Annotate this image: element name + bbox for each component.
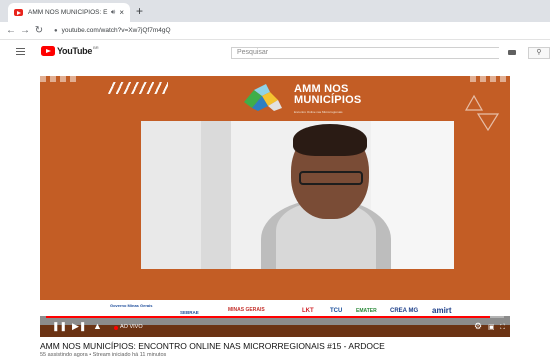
reload-icon[interactable]: ↻ xyxy=(32,25,46,36)
progress-fill xyxy=(46,316,491,318)
progress-bar[interactable] xyxy=(46,316,504,318)
video-title: AMM NOS MUNICÍPIOS: ENCONTRO ONLINE NAS … xyxy=(40,341,385,351)
person-glasses xyxy=(299,171,363,185)
pause-icon[interactable]: ❚❚ xyxy=(52,322,67,331)
overlay-tagline: Encontro Online nas Microrregionais xyxy=(294,110,343,114)
youtube-header: YouTube BR Pesquisar ⚲ xyxy=(0,41,550,63)
address-bar[interactable]: youtube.com/watch?v=Xw7jQf7m4gQ xyxy=(62,27,171,34)
person-hair xyxy=(293,124,367,156)
decor-lines xyxy=(40,76,80,82)
browser-toolbar: ← → ↻ ● youtube.com/watch?v=Xw7jQf7m4gQ xyxy=(0,22,550,40)
region-code: BR xyxy=(93,44,99,50)
video-player[interactable]: AMM NOS MUNICÍPIOS Encontro Online nas M… xyxy=(40,76,510,337)
search-input[interactable]: Pesquisar xyxy=(231,47,499,59)
browser-tab-bar: AMM NOS MUNICÍPIOS: EN 🔊︎ × + xyxy=(0,0,550,22)
volume-icon[interactable]: ▲ xyxy=(93,322,102,331)
sponsor-logo: TCU xyxy=(330,308,343,314)
fullscreen-icon[interactable]: ⛶ xyxy=(500,323,505,332)
tab-title: AMM NOS MUNICÍPIOS: EN xyxy=(28,9,108,16)
sponsor-logo: amirt xyxy=(432,306,452,315)
live-dot-icon xyxy=(114,325,118,330)
overlay-title-line2: MUNICÍPIOS xyxy=(294,94,362,106)
lock-icon[interactable]: ● xyxy=(54,28,58,34)
decor-hatch xyxy=(108,82,168,94)
player-controls: ❚❚ ▶❚ ▲ AO VIVO ⚙ ▣ ⛶ xyxy=(40,316,510,337)
youtube-logo-text: YouTube xyxy=(57,46,93,56)
background-wall xyxy=(141,121,209,269)
miniplayer-icon[interactable]: ▣ xyxy=(488,323,495,332)
webcam-feed xyxy=(141,121,454,269)
sponsor-logo: CREA MG xyxy=(390,308,419,314)
youtube-favicon-icon xyxy=(14,9,23,16)
background-window xyxy=(201,121,231,269)
sponsor-logo: MINAS GERAIS xyxy=(228,307,265,313)
youtube-logo[interactable]: YouTube BR xyxy=(41,44,99,56)
overlay-title: AMM NOS MUNICÍPIOS xyxy=(294,84,361,106)
sponsor-logo: EMATER xyxy=(356,308,377,314)
live-label: AO VIVO xyxy=(120,324,143,331)
speaker-icon[interactable]: 🔊︎ xyxy=(111,9,115,17)
keyboard-icon[interactable] xyxy=(508,50,516,55)
tab-close-icon[interactable]: × xyxy=(119,8,124,17)
next-icon[interactable]: ▶❚ xyxy=(72,322,86,331)
new-tab-button[interactable]: + xyxy=(136,4,143,18)
video-meta: 55 assistindo agora • Stream iniciado há… xyxy=(40,352,167,358)
sponsor-logo: LKT xyxy=(302,308,314,314)
search-icon: ⚲ xyxy=(536,49,542,56)
amm-logo-icon xyxy=(244,84,282,111)
youtube-play-logo-icon xyxy=(41,46,55,56)
live-badge[interactable]: AO VIVO xyxy=(114,323,143,332)
sponsor-logo: Governo Minas Gerais xyxy=(110,303,153,308)
sponsor-logo: SEBRAE xyxy=(180,310,199,315)
back-arrow-icon[interactable]: ← xyxy=(4,25,18,36)
search-button[interactable]: ⚲ xyxy=(528,47,550,59)
hamburger-menu-icon[interactable] xyxy=(16,48,25,55)
decor-triangles-icon xyxy=(464,94,500,132)
forward-arrow-icon[interactable]: → xyxy=(18,25,32,36)
decor-lines xyxy=(470,76,510,82)
browser-tab[interactable]: AMM NOS MUNICÍPIOS: EN 🔊︎ × xyxy=(8,3,130,22)
settings-gear-icon[interactable]: ⚙ xyxy=(474,322,482,331)
